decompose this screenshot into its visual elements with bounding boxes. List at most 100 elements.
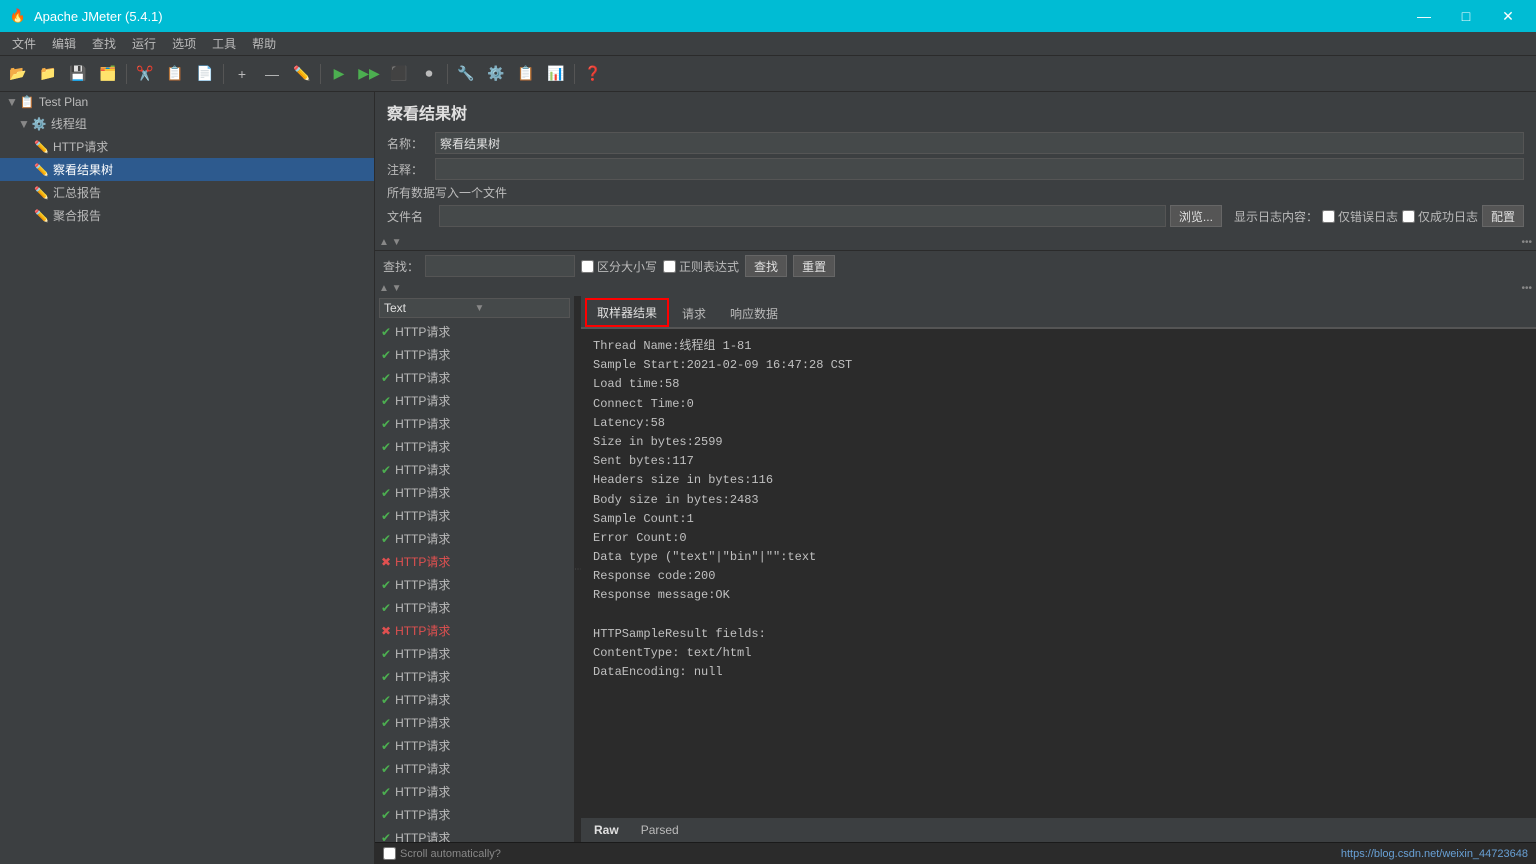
result-item[interactable]: ✔HTTP请求 [375,573,574,596]
result-item[interactable]: ✔HTTP请求 [375,780,574,803]
result-item[interactable]: ✔HTTP请求 [375,343,574,366]
case-check[interactable]: 区分大小写 [581,258,657,275]
bottom-tab-raw[interactable]: Raw [585,820,628,840]
tree-item-testplan[interactable]: ▼ 📋 Test Plan [0,92,374,112]
result-item[interactable]: ✔HTTP请求 [375,412,574,435]
toolbar-record[interactable]: ⏺ [415,60,443,88]
tree-item-threadgroup[interactable]: ▼ ⚙️ 线程组 [0,112,374,135]
close-button[interactable]: ✕ [1488,0,1528,32]
result-item[interactable]: ✔HTTP请求 [375,389,574,412]
result-item[interactable]: ✔HTTP请求 [375,734,574,757]
splitter-bottom: ▲ ▼ ••• [375,281,1536,296]
result-item[interactable]: ✔HTTP请求 [375,596,574,619]
search-input[interactable] [425,255,575,277]
toolbar-new[interactable]: 📂 [4,60,32,88]
toolbar-remove[interactable]: — [258,60,286,88]
bottom-tab-parsed[interactable]: Parsed [632,820,688,840]
tree-item-summary[interactable]: ✏️ 汇总报告 [0,181,374,204]
menu-find[interactable]: 查找 [84,33,124,54]
result-item[interactable]: ✔HTTP请求 [375,435,574,458]
comment-input[interactable] [435,158,1524,180]
toolbar-add[interactable]: + [228,60,256,88]
menu-options[interactable]: 选项 [164,33,204,54]
success-icon: ✔ [381,808,391,822]
toolbar-save-all[interactable]: 🗂️ [94,60,122,88]
maximize-button[interactable]: □ [1446,0,1486,32]
result-item-label: HTTP请求 [395,737,450,754]
success-log-check[interactable]: 仅成功日志 [1402,208,1478,225]
error-log-check[interactable]: 仅错误日志 [1322,208,1398,225]
result-item[interactable]: ✔HTTP请求 [375,642,574,665]
toolbar-run[interactable]: ▶ [325,60,353,88]
detail-line: Size in bytes:2599 [593,433,1524,452]
toolbar-settings[interactable]: 🔧 [452,60,480,88]
menu-file[interactable]: 文件 [4,33,44,54]
toolbar-save[interactable]: 💾 [64,60,92,88]
toolbar-run-all[interactable]: ▶▶ [355,60,383,88]
success-icon: ✔ [381,716,391,730]
name-input[interactable] [435,132,1524,154]
toolbar-open[interactable]: 📁 [34,60,62,88]
toolbar-sep-5 [574,64,575,84]
result-list-panel: Text ▼ ✔HTTP请求✔HTTP请求✔HTTP请求✔HTTP请求✔HTTP… [375,296,575,842]
result-item[interactable]: ✔HTTP请求 [375,711,574,734]
tree-item-agg[interactable]: ✏️ 聚合报告 [0,204,374,227]
menu-run[interactable]: 运行 [124,33,164,54]
result-item-label: HTTP请求 [395,645,450,662]
result-item[interactable]: ✖HTTP请求 [375,550,574,573]
file-input[interactable] [439,205,1166,227]
toolbar-cut[interactable]: ✂️ [131,60,159,88]
error-log-checkbox[interactable] [1322,210,1335,223]
toolbar-edit[interactable]: ✏️ [288,60,316,88]
result-item[interactable]: ✔HTTP请求 [375,803,574,826]
result-item-label: HTTP请求 [395,691,450,708]
menu-edit[interactable]: 编辑 [44,33,84,54]
toolbar-sep-4 [447,64,448,84]
minimize-button[interactable]: — [1404,0,1444,32]
menu-help[interactable]: 帮助 [244,33,284,54]
result-item[interactable]: ✖HTTP请求 [375,619,574,642]
result-item[interactable]: ✔HTTP请求 [375,826,574,842]
result-item[interactable]: ✔HTTP请求 [375,320,574,343]
regex-checkbox[interactable] [663,260,676,273]
scroll-checkbox[interactable] [383,847,396,860]
case-checkbox[interactable] [581,260,594,273]
config-button[interactable]: 配置 [1482,205,1524,227]
result-item[interactable]: ✔HTTP请求 [375,688,574,711]
tab-response-data[interactable]: 响应数据 [719,300,789,326]
toolbar-chart[interactable]: 📊 [542,60,570,88]
result-item[interactable]: ✔HTTP请求 [375,665,574,688]
tree-item-httpreq[interactable]: ✏️ HTTP请求 [0,135,374,158]
toolbar-list[interactable]: 📋 [512,60,540,88]
dots-menu-bottom[interactable]: ••• [1521,283,1532,294]
success-log-checkbox[interactable] [1402,210,1415,223]
detail-line: Thread Name:线程组 1-81 [593,337,1524,356]
result-item[interactable]: ✔HTTP请求 [375,504,574,527]
result-item[interactable]: ✔HTTP请求 [375,366,574,389]
tree-label-agg: 聚合报告 [53,207,101,224]
tab-sampler-result[interactable]: 取样器结果 [585,298,669,327]
text-dropdown[interactable]: Text ▼ [379,298,570,318]
browse-button[interactable]: 浏览... [1170,205,1222,227]
toolbar-help[interactable]: ❓ [579,60,607,88]
toolbar-paste[interactable]: 📄 [191,60,219,88]
toolbar-config[interactable]: ⚙️ [482,60,510,88]
result-item[interactable]: ✔HTTP请求 [375,757,574,780]
menu-tools[interactable]: 工具 [204,33,244,54]
success-icon: ✔ [381,440,391,454]
dots-menu-top[interactable]: ••• [1521,237,1532,248]
reset-button[interactable]: 重置 [793,255,835,277]
regex-check[interactable]: 正则表达式 [663,258,739,275]
find-button[interactable]: 查找 [745,255,787,277]
result-list: ✔HTTP请求✔HTTP请求✔HTTP请求✔HTTP请求✔HTTP请求✔HTTP… [375,320,574,842]
result-item[interactable]: ✔HTTP请求 [375,527,574,550]
left-tree-panel: ▼ 📋 Test Plan ▼ ⚙️ 线程组 ✏️ HTTP请求 ✏️ 察看结果… [0,92,375,864]
tree-item-resulttree[interactable]: ✏️ 察看结果树 [0,158,374,181]
result-item[interactable]: ✔HTTP请求 [375,481,574,504]
toolbar-copy[interactable]: 📋 [161,60,189,88]
toolbar-stop[interactable]: ⬛ [385,60,413,88]
comment-row: 注释： [387,158,1524,180]
panel-title: 察看结果树 [387,100,1524,124]
tab-request[interactable]: 请求 [671,300,717,326]
result-item[interactable]: ✔HTTP请求 [375,458,574,481]
